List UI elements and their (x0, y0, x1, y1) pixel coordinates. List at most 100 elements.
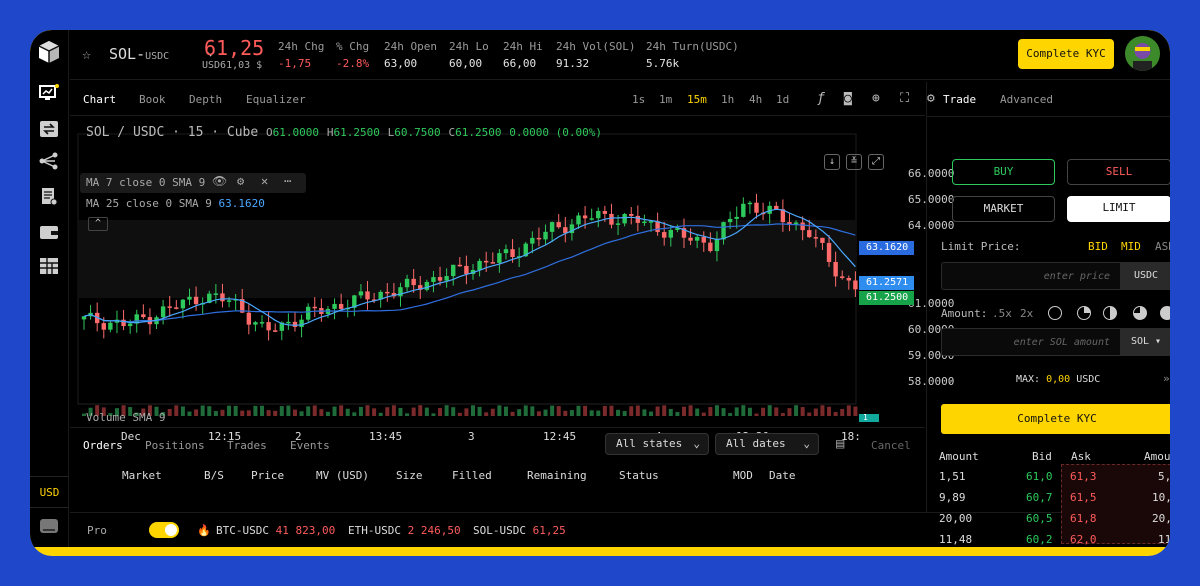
camera-icon[interactable]: ◙ (844, 91, 852, 106)
grid-table-icon[interactable] (39, 257, 59, 275)
complete-kyc-trade-button[interactable]: Complete KYC (941, 404, 1170, 434)
arrow-down-icon[interactable]: ↓ (824, 154, 840, 170)
collapse-legend-button[interactable]: ^ (88, 217, 108, 231)
timeframe-1m[interactable]: 1m (659, 93, 672, 106)
volume-bar (299, 411, 304, 416)
candle-body (642, 221, 647, 224)
volume-bar (668, 408, 673, 416)
tab-events[interactable]: Events (290, 439, 330, 452)
amount-input[interactable]: enter SOL amount SOL ▾ (941, 328, 1170, 356)
tab-orders[interactable]: Orders (83, 439, 123, 452)
add-circle-icon[interactable]: ⊕ (872, 91, 880, 106)
timeframe-4h[interactable]: 4h (749, 93, 762, 106)
amount-100-pct-icon[interactable] (1160, 306, 1170, 320)
currency-selector[interactable]: USD (30, 476, 69, 508)
timeframe-1d[interactable]: 1d (776, 93, 789, 106)
ticker-eth[interactable]: ETH-USDC 2 246,50 (348, 524, 461, 537)
candle-body (266, 322, 271, 331)
pair-selector[interactable]: SOL-USDC (109, 45, 169, 63)
candle-body (121, 319, 126, 327)
cube-logo-icon[interactable] (38, 40, 60, 64)
col-mod: MOD (733, 469, 753, 482)
chart-canvas[interactable] (70, 118, 925, 418)
timeframe-1s[interactable]: 1s (632, 93, 645, 106)
ticker-btc[interactable]: BTC-USDC 41 823,00 (216, 524, 335, 537)
ob-bid[interactable]: 60,7 (1026, 491, 1053, 504)
timeframe-1h[interactable]: 1h (721, 93, 734, 106)
complete-kyc-button[interactable]: Complete KYC (1018, 39, 1114, 69)
max-label: MAX: (1016, 374, 1041, 385)
export-document-icon[interactable]: ▤ (836, 436, 844, 452)
candle-body (312, 306, 317, 309)
amount-75-pct-icon[interactable] (1133, 306, 1147, 320)
ticker-sol[interactable]: SOL-USDC 61,25 (473, 524, 566, 537)
fullscreen-icon[interactable]: ⛶ (900, 91, 909, 106)
volume-bar (391, 405, 396, 416)
gear-icon[interactable]: ⚙ (237, 174, 244, 188)
tab-advanced[interactable]: Advanced (1000, 93, 1053, 106)
buy-button[interactable]: BUY (952, 159, 1055, 185)
timeframe-15m[interactable]: 15m (687, 93, 707, 106)
document-icon[interactable] (39, 188, 59, 206)
cancel-button[interactable]: Cancel (871, 439, 911, 452)
wallet-icon[interactable] (39, 223, 59, 241)
tab-chart[interactable]: Chart (83, 93, 116, 106)
chat-icon[interactable] (39, 518, 59, 536)
ob-bid[interactable]: 60,5 (1026, 512, 1053, 525)
tab-depth[interactable]: Depth (189, 93, 222, 106)
volume-bar (563, 410, 568, 416)
chart-monitor-icon[interactable] (39, 84, 59, 102)
candle-body (253, 322, 258, 325)
amount-0-pct-icon[interactable] (1048, 306, 1062, 320)
pro-toggle[interactable] (149, 522, 179, 538)
amount-double-chip[interactable]: 2x (1020, 307, 1033, 320)
function-icon[interactable]: ƒ (817, 91, 825, 106)
favorite-star-icon[interactable]: ☆ (82, 45, 91, 63)
more-icon[interactable]: ⋯ (284, 174, 291, 188)
ob-bid[interactable]: 61,0 (1026, 470, 1053, 483)
limit-order-button[interactable]: LIMIT (1067, 196, 1170, 222)
tab-equalizer[interactable]: Equalizer (246, 93, 306, 106)
ob-ask[interactable]: 61,8 (1070, 512, 1097, 525)
price-chart[interactable]: SOL / USDC · 15 · Cube O61.0000 H61.2500… (70, 118, 954, 443)
amount-unit-select[interactable]: SOL ▾ (1120, 329, 1170, 355)
transfer-icon[interactable] (39, 120, 59, 138)
volume-bar (827, 406, 832, 416)
candle-body (174, 307, 179, 309)
expand-icon[interactable]: ⤢ (868, 154, 884, 170)
volume-bar (207, 406, 212, 416)
dates-filter-select[interactable]: All dates ⌄ (715, 433, 819, 455)
ask-price-shortcut[interactable]: ASK (1155, 240, 1170, 253)
ob-ask[interactable]: 61,5 (1070, 491, 1097, 504)
chevron-down-icon[interactable]: ⌄ (947, 372, 954, 385)
amount-half-chip[interactable]: .5x (992, 307, 1012, 320)
tab-book[interactable]: Book (139, 93, 166, 106)
market-order-button[interactable]: MARKET (952, 196, 1055, 222)
avatar[interactable] (1125, 36, 1160, 71)
chevrons-icon[interactable]: ≚ (846, 154, 862, 170)
limit-price-unit: USDC (1120, 263, 1170, 289)
tab-trade[interactable]: Trade (943, 93, 976, 106)
states-filter-select[interactable]: All states ⌄ (605, 433, 709, 455)
ob-ask[interactable]: 62,0 (1070, 533, 1097, 546)
ob-ask[interactable]: 61,3 (1070, 470, 1097, 483)
volume-bar (543, 409, 548, 416)
volume-bar (352, 412, 357, 416)
amount-25-pct-icon[interactable] (1077, 306, 1091, 320)
network-icon[interactable] (39, 152, 59, 170)
limit-price-input[interactable]: enter price USDC (941, 262, 1170, 290)
mid-price-shortcut[interactable]: MID (1121, 240, 1141, 253)
sell-button[interactable]: SELL (1067, 159, 1170, 185)
volume-bar (556, 406, 561, 416)
ob-bid[interactable]: 60,2 (1026, 533, 1053, 546)
eye-icon[interactable]: 👁 (212, 174, 227, 188)
tab-positions[interactable]: Positions (145, 439, 205, 452)
tab-trades[interactable]: Trades (227, 439, 267, 452)
candle-body (503, 249, 509, 254)
amount-50-pct-icon[interactable] (1103, 306, 1117, 320)
close-icon[interactable]: ✕ (261, 174, 268, 188)
chevrons-right-icon[interactable]: » (1163, 372, 1170, 385)
volume-bar (233, 405, 238, 416)
candle-body (576, 215, 581, 225)
bid-price-shortcut[interactable]: BID (1088, 240, 1108, 253)
